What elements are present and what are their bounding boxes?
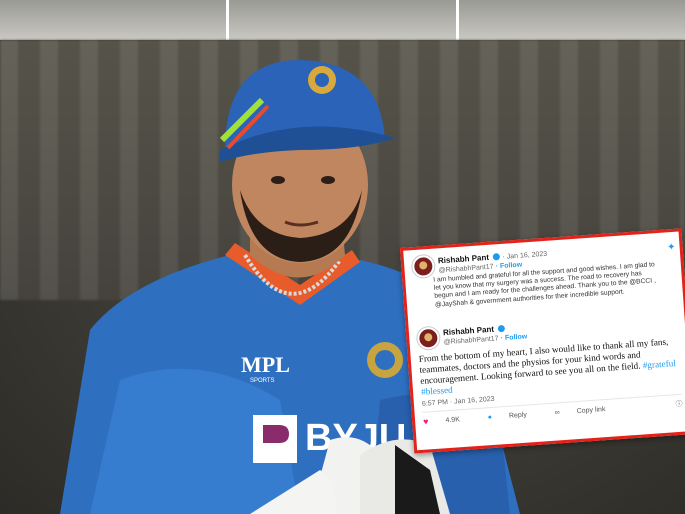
svg-text:MPL: MPL [241, 352, 290, 377]
tweet-screenshot-card: ✦ Rishabh Pant · Jan 16, 2023 @RishabhPa… [400, 228, 685, 454]
reply-button[interactable]: ● Reply [488, 410, 541, 421]
svg-text:SPORTS: SPORTS [250, 378, 275, 384]
follow-link[interactable]: · Follow [501, 333, 528, 342]
link-icon: ∞ [554, 408, 560, 417]
reply-icon: ● [487, 413, 493, 421]
reply-label: Reply [508, 411, 528, 420]
twitter-bird-icon: ✦ [666, 241, 677, 254]
verified-icon [492, 253, 501, 261]
like-button[interactable]: ♥ 4.9K [423, 413, 474, 427]
info-icon[interactable]: ⓘ [675, 399, 683, 409]
copy-link-button[interactable]: ∞ Copy link [555, 405, 620, 417]
follow-link[interactable]: · Follow [496, 262, 523, 271]
verified-icon [498, 325, 506, 333]
quoted-tweet: Rishabh Pant · Jan 16, 2023 @RishabhPant… [411, 239, 663, 311]
copy-link-label: Copy link [576, 405, 606, 415]
author-handle[interactable]: @RishabhPant17 [443, 335, 498, 346]
like-count: 4.9K [445, 415, 461, 424]
avatar [416, 326, 441, 350]
avatar [411, 254, 436, 279]
main-tweet: Rishabh Pant @RishabhPant17 · Follow Fro… [416, 310, 683, 427]
heart-icon: ♥ [422, 416, 429, 427]
